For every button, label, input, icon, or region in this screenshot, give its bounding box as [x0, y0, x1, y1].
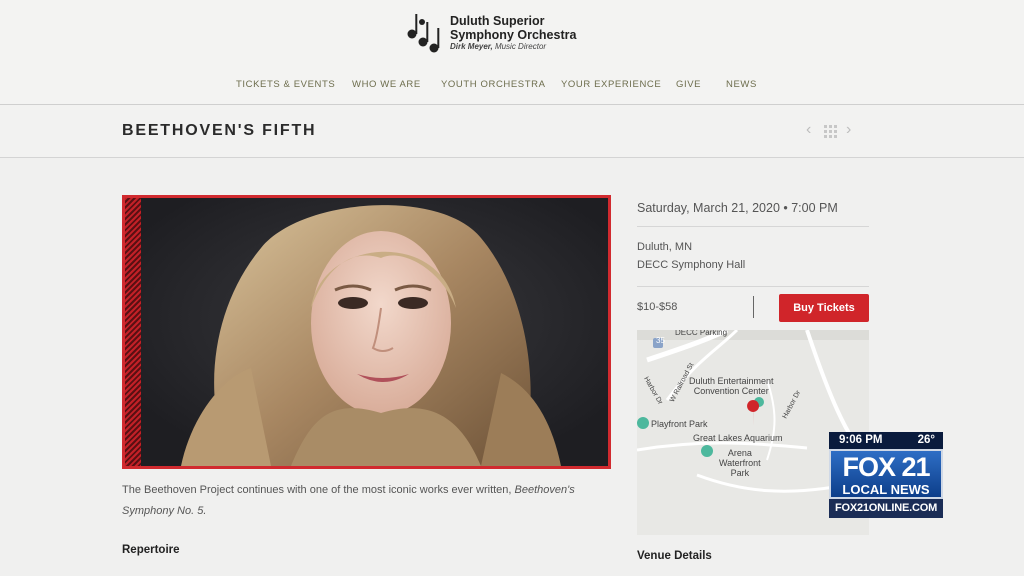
nav-news[interactable]: NEWS	[726, 79, 757, 90]
event-venue: DECC Symphony Hall	[637, 259, 746, 271]
site-logo[interactable]: Duluth Superior Symphony Orchestra Dirk …	[406, 12, 596, 54]
previous-event-icon[interactable]: ‹	[806, 121, 811, 139]
station-brand: FOX 21	[842, 452, 930, 482]
map-label-playfront: Playfront Park	[651, 419, 708, 429]
price-separator	[753, 296, 754, 318]
map-label-arena: Arena Waterfront Park	[719, 448, 761, 478]
director-title: Music Director	[494, 42, 547, 51]
site-header: Duluth Superior Symphony Orchestra Dirk …	[0, 0, 1024, 105]
grid-view-icon[interactable]	[824, 124, 838, 138]
event-date-time: Saturday, March 21, 2020 • 7:00 PM	[637, 201, 838, 215]
time-temp-bar: 9:06 PM 26°	[829, 432, 943, 449]
org-name-line2: Symphony Orchestra	[450, 28, 577, 42]
repertoire-heading: Repertoire	[122, 544, 180, 556]
hero-image	[122, 195, 611, 469]
station-logo: FOX 21 LOCAL NEWS	[829, 449, 943, 499]
nav-youth-orchestra[interactable]: YOUTH ORCHESTRA	[441, 79, 546, 90]
soloist-portrait	[141, 198, 608, 466]
music-director: Dirk Meyer, Music Director	[450, 42, 546, 51]
event-city: Duluth, MN	[637, 241, 693, 253]
page-title: BEETHOVEN'S FIFTH	[122, 122, 317, 139]
next-event-icon[interactable]: ›	[846, 121, 851, 139]
divider	[637, 286, 869, 287]
divider	[637, 226, 869, 227]
map-route-shield: 35	[656, 336, 665, 345]
station-url: FOX21ONLINE.COM	[829, 499, 943, 518]
tv-station-bug: 9:06 PM 26° FOX 21 LOCAL NEWS FOX21ONLIN…	[829, 432, 943, 518]
map-label-decc: Duluth Entertainment Convention Center	[689, 376, 774, 396]
director-name: Dirk Meyer,	[450, 42, 493, 51]
buy-tickets-button[interactable]: Buy Tickets	[779, 294, 869, 322]
hero-stripe	[125, 198, 141, 466]
event-description: The Beethoven Project continues with one…	[122, 480, 612, 522]
map-label-aquarium: Great Lakes Aquarium	[693, 433, 783, 443]
music-notes-icon	[407, 14, 440, 53]
station-subtitle: LOCAL NEWS	[842, 482, 930, 497]
org-name: Duluth Superior Symphony Orchestra	[450, 14, 576, 42]
venue-details-heading: Venue Details	[637, 550, 712, 562]
current-temperature: 26°	[917, 434, 935, 446]
main-nav: TICKETS & EVENTS WHO WE ARE YOUTH ORCHES…	[0, 79, 1024, 93]
org-name-line1: Duluth Superior	[450, 14, 545, 28]
nav-tickets-events[interactable]: TICKETS & EVENTS	[236, 79, 335, 90]
event-pager: ‹ ›	[806, 121, 866, 141]
map-label-top: DECC Parking	[675, 330, 728, 337]
title-bar: BEETHOVEN'S FIFTH ‹ ›	[0, 105, 1024, 158]
nav-who-we-are[interactable]: WHO WE ARE	[352, 79, 421, 90]
nav-give[interactable]: GIVE	[676, 79, 701, 90]
current-time: 9:06 PM	[839, 434, 883, 446]
nav-your-experience[interactable]: YOUR EXPERIENCE	[561, 79, 661, 90]
description-text: The Beethoven Project continues with one…	[122, 484, 515, 496]
event-price: $10-$58	[637, 301, 678, 313]
